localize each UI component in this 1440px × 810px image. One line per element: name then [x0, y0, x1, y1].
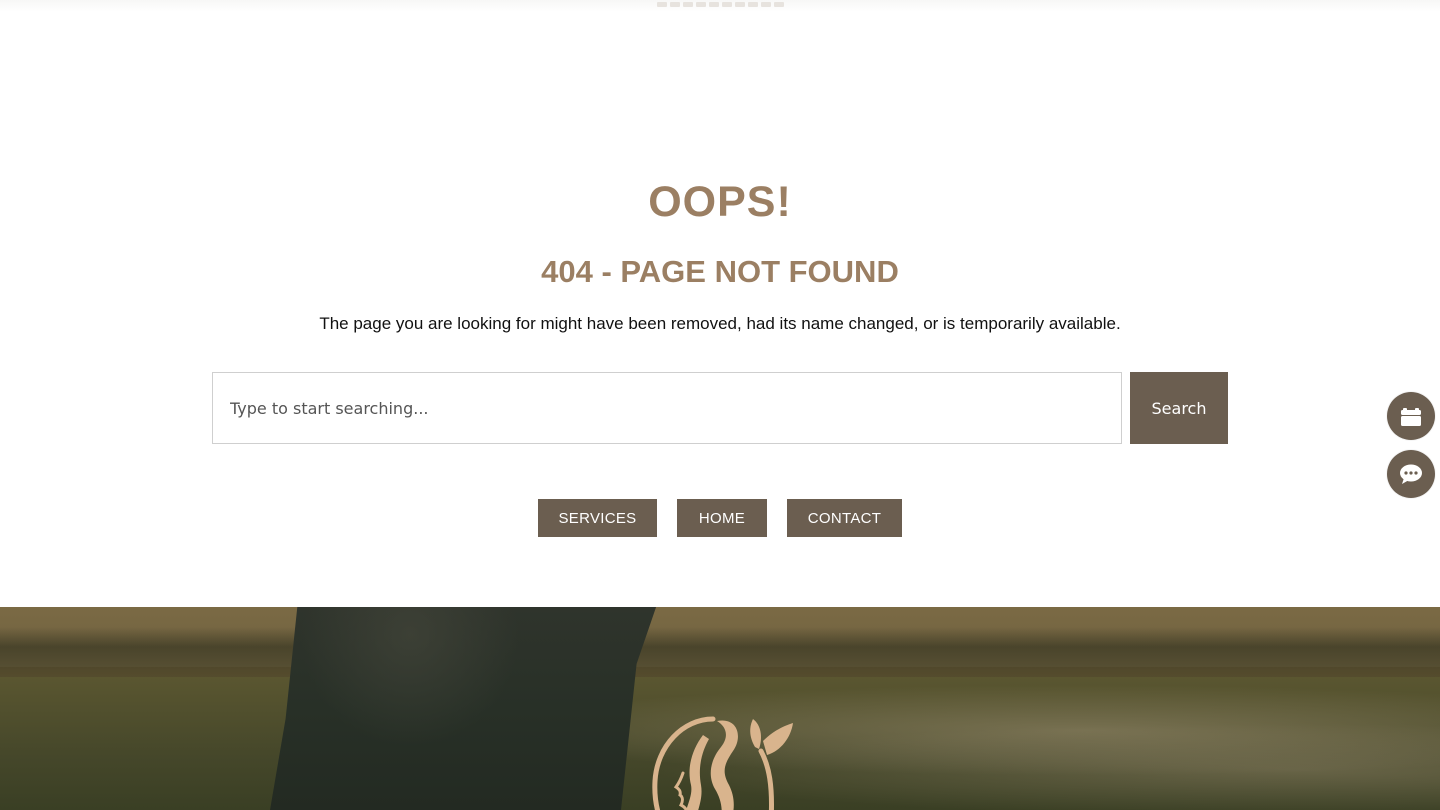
error-title: 404 - PAGE NOT FOUND — [541, 254, 899, 289]
booking-button[interactable] — [1387, 392, 1435, 440]
search-button[interactable]: Search — [1130, 372, 1228, 444]
header-logo-remnant — [652, 0, 788, 7]
woman-profile-leaf-logo — [652, 716, 793, 810]
home-button[interactable]: HOME — [677, 499, 767, 537]
footer-hero-image — [0, 607, 1440, 810]
error-message: The page you are looking for might have … — [319, 314, 1121, 333]
calendar-icon — [1401, 408, 1421, 426]
services-button[interactable]: SERVICES — [538, 499, 657, 537]
contact-button[interactable]: CONTACT — [787, 499, 902, 537]
search-input[interactable] — [212, 372, 1122, 444]
chat-icon — [1400, 464, 1422, 484]
error-headline: OOPS! — [648, 178, 792, 226]
chat-button[interactable] — [1387, 450, 1435, 498]
